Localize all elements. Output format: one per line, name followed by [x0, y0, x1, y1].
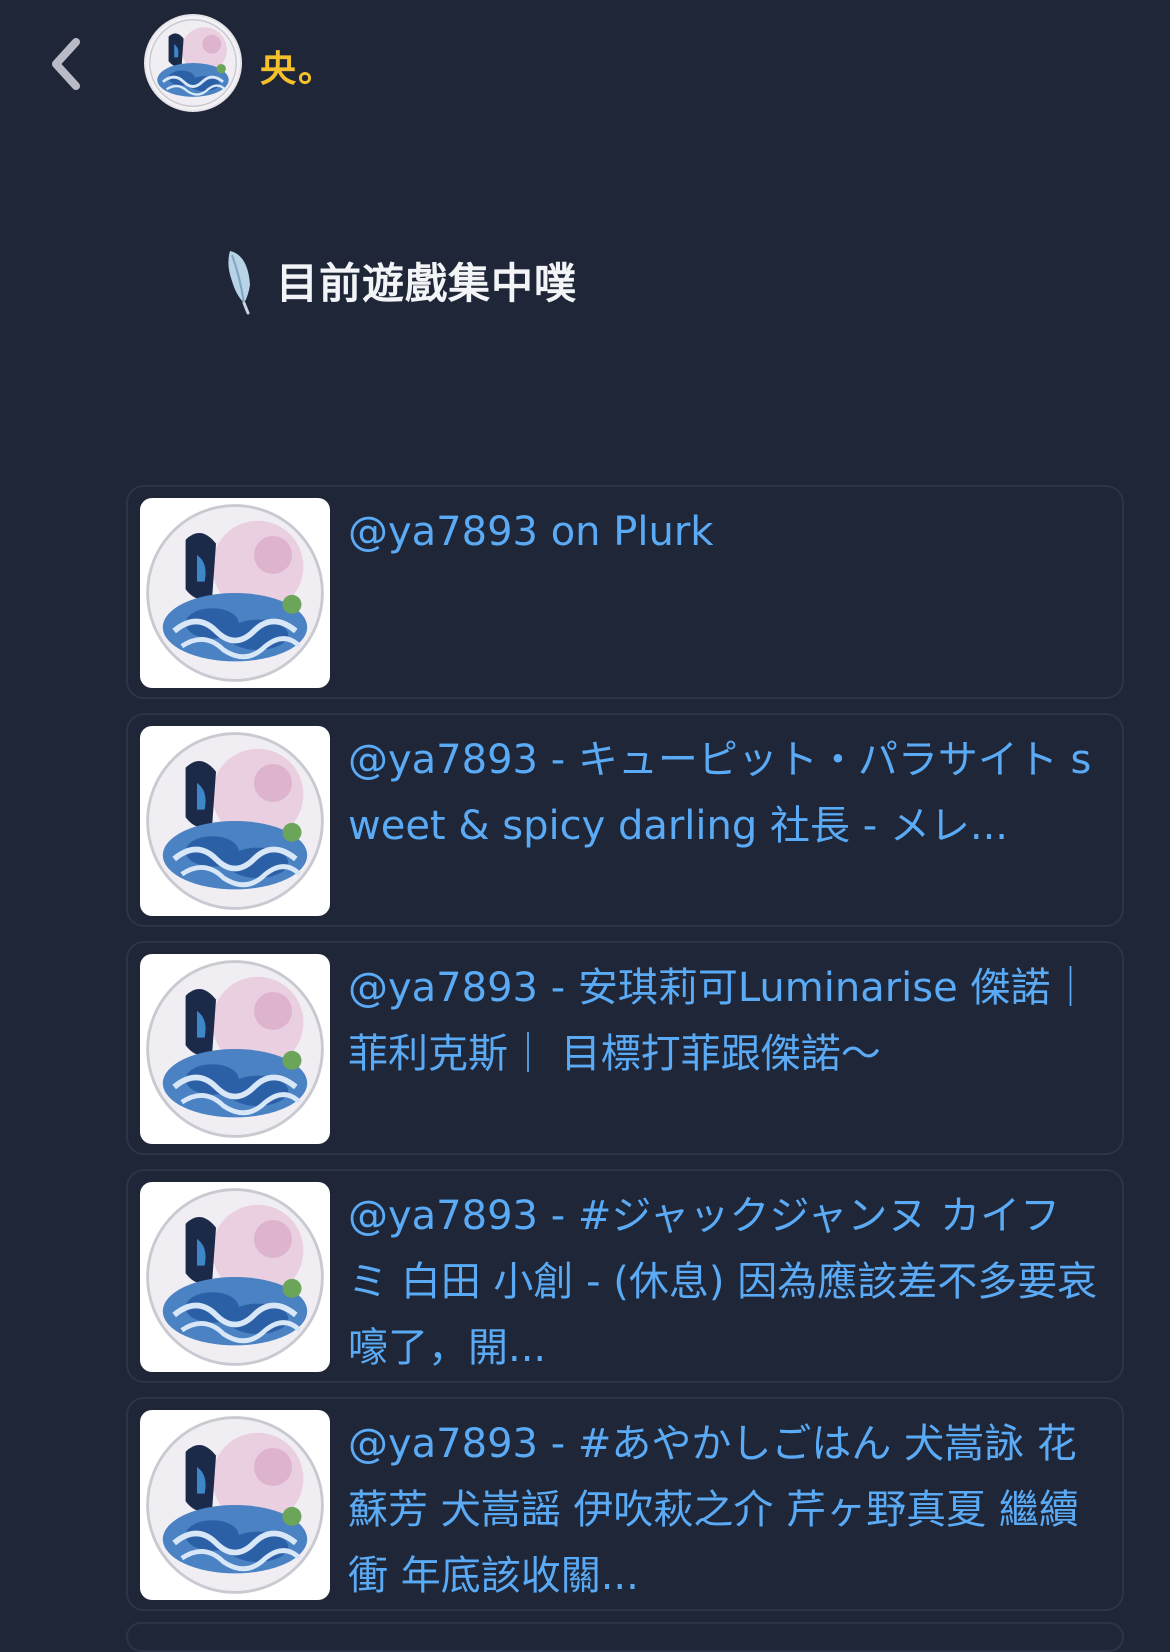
thumbnail — [140, 1182, 330, 1372]
feather-icon — [228, 251, 250, 315]
username[interactable]: 央。 — [260, 40, 336, 92]
list-item[interactable]: @ya7893 - 安琪莉可Luminarise 傑諾｜菲利克斯｜ 目標打菲跟傑… — [126, 941, 1124, 1155]
link-text[interactable]: @ya7893 - キューピット・パラサイト sweet & spicy dar… — [348, 727, 1100, 859]
link-text[interactable]: @ya7893 - #ジャックジャンヌ カイフミ 白田 小創 - (休息) 因為… — [348, 1183, 1100, 1381]
top-bar: 央。 — [0, 0, 1170, 130]
list-item-partial[interactable] — [126, 1622, 1124, 1652]
section-title: 目前遊戲集中噗 — [276, 258, 578, 308]
link-text[interactable]: @ya7893 on Plurk — [348, 499, 1100, 565]
section-header: 目前遊戲集中噗 — [218, 240, 577, 320]
link-text[interactable]: @ya7893 - 安琪莉可Luminarise 傑諾｜菲利克斯｜ 目標打菲跟傑… — [348, 955, 1100, 1087]
thumbnail — [140, 726, 330, 916]
plurk-list: @ya7893 on Plurk @ya7893 - キューピット・パラサイト … — [126, 485, 1124, 1625]
list-item[interactable]: @ya7893 on Plurk — [126, 485, 1124, 699]
chevron-left-icon — [52, 38, 80, 90]
link-text[interactable]: @ya7893 - #あやかしごはん 犬嵩詠 花蘇芳 犬嵩謡 伊吹萩之介 芹ヶ野… — [348, 1411, 1100, 1609]
list-item[interactable]: @ya7893 - #あやかしごはん 犬嵩詠 花蘇芳 犬嵩謡 伊吹萩之介 芹ヶ野… — [126, 1397, 1124, 1611]
list-item[interactable]: @ya7893 - キューピット・パラサイト sweet & spicy dar… — [126, 713, 1124, 927]
back-button[interactable] — [36, 30, 96, 98]
list-item[interactable]: @ya7893 - #ジャックジャンヌ カイフミ 白田 小創 - (休息) 因為… — [126, 1169, 1124, 1383]
thumbnail — [140, 954, 330, 1144]
thumbnail — [140, 1410, 330, 1600]
thumbnail — [140, 498, 330, 688]
avatar[interactable] — [144, 14, 242, 112]
